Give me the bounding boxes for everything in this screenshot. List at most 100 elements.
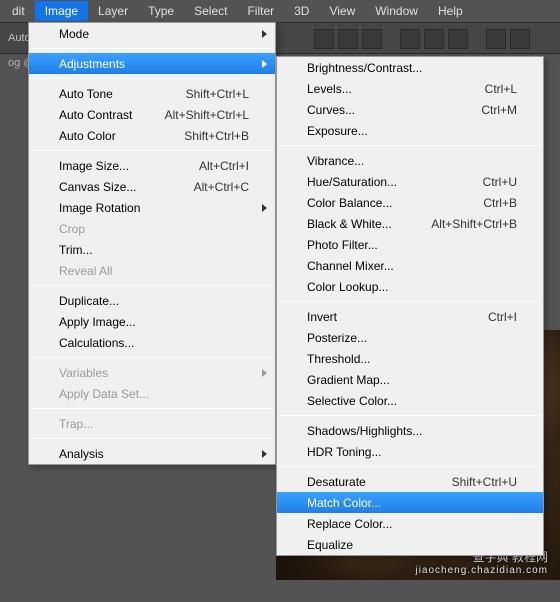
menu-separator xyxy=(31,357,273,358)
menu-item-shortcut: Ctrl+L xyxy=(485,82,517,96)
menu-item-label: Auto Tone xyxy=(59,87,174,101)
menu-item-exposure[interactable]: Exposure... xyxy=(277,120,543,141)
align-icon[interactable] xyxy=(362,29,382,49)
menubar-item-dit[interactable]: dit xyxy=(2,1,35,21)
align-icon[interactable] xyxy=(424,29,444,49)
menu-item-levels[interactable]: Levels... Ctrl+L xyxy=(277,78,543,99)
menu-item-label: Color Balance... xyxy=(307,196,471,210)
menu-item-apply-image[interactable]: Apply Image... xyxy=(29,311,275,332)
menu-item-reveal-all: Reveal All xyxy=(29,260,275,281)
menu-item-canvas-size[interactable]: Canvas Size... Alt+Ctrl+C xyxy=(29,176,275,197)
menu-item-auto-color[interactable]: Auto Color Shift+Ctrl+B xyxy=(29,125,275,146)
menu-item-channel-mixer[interactable]: Channel Mixer... xyxy=(277,255,543,276)
menu-item-label: Auto Color xyxy=(59,129,172,143)
menu-separator xyxy=(31,285,273,286)
menu-separator xyxy=(279,145,541,146)
menu-item-analysis[interactable]: Analysis xyxy=(29,443,275,464)
menu-item-auto-contrast[interactable]: Auto Contrast Alt+Shift+Ctrl+L xyxy=(29,104,275,125)
menu-item-label: Photo Filter... xyxy=(307,238,517,252)
menu-item-black-white[interactable]: Black & White...Alt+Shift+Ctrl+B xyxy=(277,213,543,234)
menu-item-posterize[interactable]: Posterize... xyxy=(277,327,543,348)
menu-item-replace-color[interactable]: Replace Color... xyxy=(277,513,543,534)
menu-item-shortcut: Alt+Ctrl+C xyxy=(194,180,249,194)
menu-item-crop: Crop xyxy=(29,218,275,239)
menu-separator xyxy=(31,438,273,439)
menu-item-threshold[interactable]: Threshold... xyxy=(277,348,543,369)
menu-item-trap: Trap... xyxy=(29,413,275,434)
menubar-item-view[interactable]: View xyxy=(319,1,365,21)
menu-item-trim[interactable]: Trim... xyxy=(29,239,275,260)
menu-item-label: Crop xyxy=(59,222,249,236)
align-icon[interactable] xyxy=(510,29,530,49)
menu-item-shortcut: Alt+Shift+Ctrl+L xyxy=(165,108,249,122)
menu-item-label: Mode xyxy=(59,27,249,41)
menu-item-shortcut: Ctrl+I xyxy=(488,310,517,324)
menu-item-label: Posterize... xyxy=(307,331,517,345)
menu-item-gradient-map[interactable]: Gradient Map... xyxy=(277,369,543,390)
menu-item-label: Trim... xyxy=(59,243,249,257)
adjustments-submenu: Brightness/Contrast... Levels... Ctrl+L Cur… xyxy=(276,56,544,556)
menu-item-hdr-toning[interactable]: HDR Toning... xyxy=(277,441,543,462)
menu-item-equalize[interactable]: Equalize xyxy=(277,534,543,555)
menu-item-selective-color[interactable]: Selective Color... xyxy=(277,390,543,411)
menu-item-shortcut: Ctrl+U xyxy=(483,175,517,189)
menubar-item-select[interactable]: Select xyxy=(184,1,237,21)
menu-item-hue-saturation[interactable]: Hue/Saturation...Ctrl+U xyxy=(277,171,543,192)
menu-item-label: Calculations... xyxy=(59,336,249,350)
menu-item-vibrance[interactable]: Vibrance... xyxy=(277,150,543,171)
menu-item-label: Auto Contrast xyxy=(59,108,153,122)
align-icon[interactable] xyxy=(338,29,358,49)
align-icon[interactable] xyxy=(486,29,506,49)
menu-item-label: Canvas Size... xyxy=(59,180,182,194)
menu-item-desaturate[interactable]: DesaturateShift+Ctrl+U xyxy=(277,471,543,492)
menu-item-photo-filter[interactable]: Photo Filter... xyxy=(277,234,543,255)
menubar-item-3d[interactable]: 3D xyxy=(284,1,319,21)
menubar-item-filter[interactable]: Filter xyxy=(237,1,284,21)
watermark-sub: jiaocheng.chazidian.com xyxy=(415,565,548,576)
menu-item-label: Equalize xyxy=(307,538,517,552)
submenu-arrow-icon xyxy=(262,60,267,68)
submenu-arrow-icon xyxy=(262,204,267,212)
menu-separator xyxy=(31,408,273,409)
menu-separator xyxy=(31,48,273,49)
align-icons xyxy=(314,29,530,49)
menu-item-label: Gradient Map... xyxy=(307,373,517,387)
menu-item-image-size[interactable]: Image Size...Alt+Ctrl+I xyxy=(29,155,275,176)
menu-item-adjustments[interactable]: Adjustments xyxy=(29,53,275,74)
menu-item-label: Curves... xyxy=(307,103,469,117)
menu-separator xyxy=(31,78,273,79)
menu-item-label: Invert xyxy=(307,310,476,324)
menu-item-shortcut: Ctrl+M xyxy=(481,103,517,117)
menubar-item-image[interactable]: Image xyxy=(35,1,88,21)
menu-item-label: Brightness/Contrast... xyxy=(307,61,517,75)
menu-item-calculations[interactable]: Calculations... xyxy=(29,332,275,353)
menu-item-label: Black & White... xyxy=(307,217,419,231)
menu-item-shadows-highlights[interactable]: Shadows/Highlights... xyxy=(277,420,543,441)
menu-item-match-color[interactable]: Match Color... xyxy=(277,492,543,513)
align-icon[interactable] xyxy=(314,29,334,49)
menubar-item-help[interactable]: Help xyxy=(428,1,473,21)
menu-item-color-balance[interactable]: Color Balance...Ctrl+B xyxy=(277,192,543,213)
menu-item-label: Trap... xyxy=(59,417,249,431)
align-icon[interactable] xyxy=(400,29,420,49)
menu-item-brightness-contrast[interactable]: Brightness/Contrast... xyxy=(277,57,543,78)
menu-item-auto-tone[interactable]: Auto ToneShift+Ctrl+L xyxy=(29,83,275,104)
menu-item-label: Channel Mixer... xyxy=(307,259,517,273)
menubar-item-layer[interactable]: Layer xyxy=(88,1,138,21)
menu-item-color-lookup[interactable]: Color Lookup... xyxy=(277,276,543,297)
menubar-item-window[interactable]: Window xyxy=(365,1,428,21)
menu-item-label: Match Color... xyxy=(307,496,517,510)
menu-item-label: Analysis xyxy=(59,447,249,461)
menu-item-mode[interactable]: Mode xyxy=(29,23,275,44)
menu-item-label: Shadows/Highlights... xyxy=(307,424,517,438)
menu-item-image-rotation[interactable]: Image Rotation xyxy=(29,197,275,218)
menu-item-invert[interactable]: Invert Ctrl+I xyxy=(277,306,543,327)
menubar-item-type[interactable]: Type xyxy=(138,1,184,21)
menu-item-label: Levels... xyxy=(307,82,473,96)
menu-item-shortcut: Shift+Ctrl+B xyxy=(184,129,249,143)
menu-item-curves[interactable]: Curves... Ctrl+M xyxy=(277,99,543,120)
menu-item-duplicate[interactable]: Duplicate... xyxy=(29,290,275,311)
menu-separator xyxy=(279,301,541,302)
align-icon[interactable] xyxy=(448,29,468,49)
menu-item-label: Duplicate... xyxy=(59,294,249,308)
